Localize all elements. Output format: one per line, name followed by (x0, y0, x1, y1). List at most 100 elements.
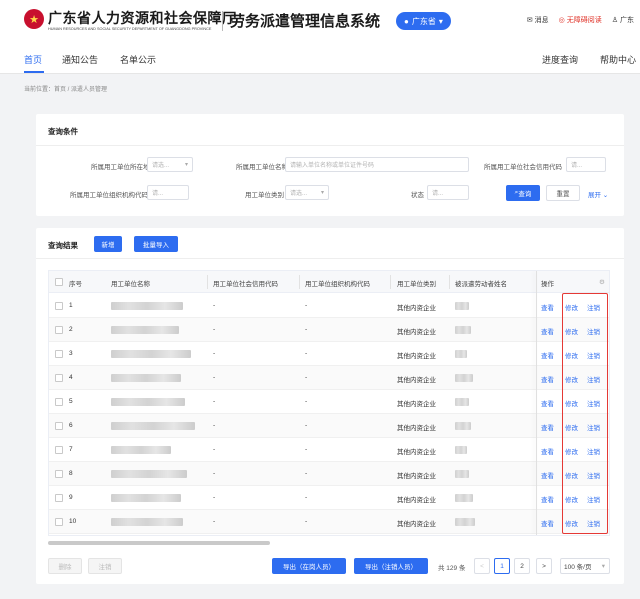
row-checkbox[interactable] (55, 422, 63, 430)
view-link[interactable]: 查看 (541, 302, 554, 312)
unit-type-select[interactable]: 请选... ▾ (285, 185, 329, 200)
view-link[interactable]: 查看 (541, 326, 554, 336)
view-link[interactable]: 查看 (541, 494, 554, 504)
status-select[interactable]: 请... (427, 185, 469, 200)
org-code-input[interactable]: 请... (147, 185, 189, 200)
row-index: 8 (69, 470, 73, 477)
nav-home[interactable]: 首页 (24, 53, 42, 66)
col-separator (449, 275, 450, 289)
next-page-button[interactable]: > (536, 558, 552, 574)
delete-button[interactable]: 删除 (48, 558, 82, 574)
fixed-column-shadow (536, 271, 537, 535)
status-label: 状态 (411, 192, 424, 199)
col-unit-type: 用工单位类别 (397, 281, 436, 288)
row-checkbox[interactable] (55, 518, 63, 526)
export-cancelled-button[interactable]: 导出（注销人员） (354, 558, 428, 574)
row-credit-code: - (213, 302, 216, 309)
col-index: 序号 (69, 281, 82, 288)
nav-public-lists[interactable]: 名单公示 (120, 53, 156, 66)
region-selector[interactable]: ● 广东省 ▾ (396, 12, 451, 30)
divider (36, 258, 624, 259)
table-row: 6- - 其他内资企业 查看 修改 注销 (49, 414, 609, 438)
row-index: 6 (69, 422, 73, 429)
view-link[interactable]: 查看 (541, 374, 554, 384)
cancel-selected-button[interactable]: 注销 (88, 558, 122, 574)
row-checkbox[interactable] (55, 398, 63, 406)
row-checkbox[interactable] (55, 446, 63, 454)
unit-name-input[interactable]: 请输入单位名称或单位证件号码 (285, 157, 469, 172)
message-button[interactable]: ✉ 消息 (527, 15, 549, 25)
nav-notices[interactable]: 通知公告 (62, 53, 98, 66)
row-unit-type: 其他内资企业 (397, 497, 436, 504)
column-settings-icon[interactable]: ⚙ (599, 278, 605, 286)
row-checkbox[interactable] (55, 302, 63, 310)
row-index: 10 (69, 518, 77, 525)
row-credit-code: - (213, 518, 216, 525)
page-size-select[interactable]: 100 条/页 ▾ (560, 558, 610, 574)
row-org-code: - (305, 350, 308, 357)
nav-progress-query[interactable]: 进度查询 (542, 53, 578, 66)
chevron-down-icon: ▾ (438, 16, 443, 26)
view-link[interactable]: 查看 (541, 398, 554, 408)
accessible-reading-button[interactable]: ◎ 无障碍阅读 (559, 15, 602, 25)
prev-page-button[interactable]: < (474, 558, 490, 574)
redacted-unit-name (111, 518, 183, 526)
col-actions: 操作 (541, 281, 554, 288)
unit-name-label: 所属用工单位名称 (236, 164, 288, 171)
view-link[interactable]: 查看 (541, 350, 554, 360)
table-row: 3- - 其他内资企业 查看 修改 注销 (49, 342, 609, 366)
col-org-code: 用工单位组织机构代码 (305, 281, 370, 288)
row-checkbox[interactable] (55, 470, 63, 478)
view-link[interactable]: 查看 (541, 518, 554, 528)
batch-import-button[interactable]: 批量导入 (134, 236, 178, 252)
redacted-unit-name (111, 374, 181, 382)
divider (36, 145, 624, 146)
page-2[interactable]: 2 (514, 558, 530, 574)
horizontal-scrollbar[interactable] (48, 541, 270, 545)
table-row: 10- - 其他内资企业 查看 修改 注销 (49, 510, 609, 534)
emblem-icon: ★ (24, 9, 44, 29)
row-credit-code: - (213, 494, 216, 501)
row-credit-code: - (213, 326, 216, 333)
row-checkbox[interactable] (55, 350, 63, 358)
header-tools: ✉ 消息 ◎ 无障碍阅读 ♙ 广东 (527, 15, 634, 25)
search-button[interactable]: ⌕ 查询 (506, 185, 540, 201)
view-link[interactable]: 查看 (541, 470, 554, 480)
export-current-button[interactable]: 导出（在岗人员） (272, 558, 346, 574)
table-row: 9- - 其他内资企业 查看 修改 注销 (49, 486, 609, 510)
redacted-worker-name (455, 494, 473, 502)
reset-button[interactable]: 重置 (546, 185, 580, 201)
row-unit-type: 其他内资企业 (397, 353, 436, 360)
org-name-en: HUMAN RESOURCES AND SOCIAL SECURITY DEPA… (48, 26, 212, 31)
page-1[interactable]: 1 (494, 558, 510, 574)
col-separator (299, 275, 300, 289)
row-unit-type: 其他内资企业 (397, 401, 436, 408)
breadcrumb: 当前位置：首页 / 派遣人员管理 (24, 87, 108, 93)
redacted-unit-name (111, 326, 179, 334)
row-org-code: - (305, 398, 308, 405)
col-separator (207, 275, 208, 289)
credit-code-input[interactable]: 请... (566, 157, 606, 172)
row-org-code: - (305, 518, 308, 525)
add-button[interactable]: 新增 (94, 236, 122, 252)
row-checkbox[interactable] (55, 374, 63, 382)
redacted-worker-name (455, 518, 475, 526)
row-checkbox[interactable] (55, 326, 63, 334)
area-select[interactable]: 请选... ▾ (147, 157, 193, 172)
row-credit-code: - (213, 374, 216, 381)
results-title: 查询结果 (48, 241, 78, 250)
row-unit-type: 其他内资企业 (397, 377, 436, 384)
expand-toggle[interactable]: 展开 ⌄ (588, 189, 608, 199)
select-all-checkbox[interactable] (55, 278, 63, 286)
region-label: 广东省 (411, 16, 436, 26)
user-menu[interactable]: ♙ 广东 (612, 15, 634, 25)
table-row: 8- - 其他内资企业 查看 修改 注销 (49, 462, 609, 486)
credit-code-label: 所属用工单位社会信用代码 (484, 164, 562, 171)
redacted-worker-name (455, 374, 473, 382)
view-link[interactable]: 查看 (541, 446, 554, 456)
col-credit-code: 用工单位社会信用代码 (213, 281, 278, 288)
view-link[interactable]: 查看 (541, 422, 554, 432)
row-checkbox[interactable] (55, 494, 63, 502)
nav-help-center[interactable]: 帮助中心 (600, 53, 636, 66)
table-row: 4- - 其他内资企业 查看 修改 注销 (49, 366, 609, 390)
